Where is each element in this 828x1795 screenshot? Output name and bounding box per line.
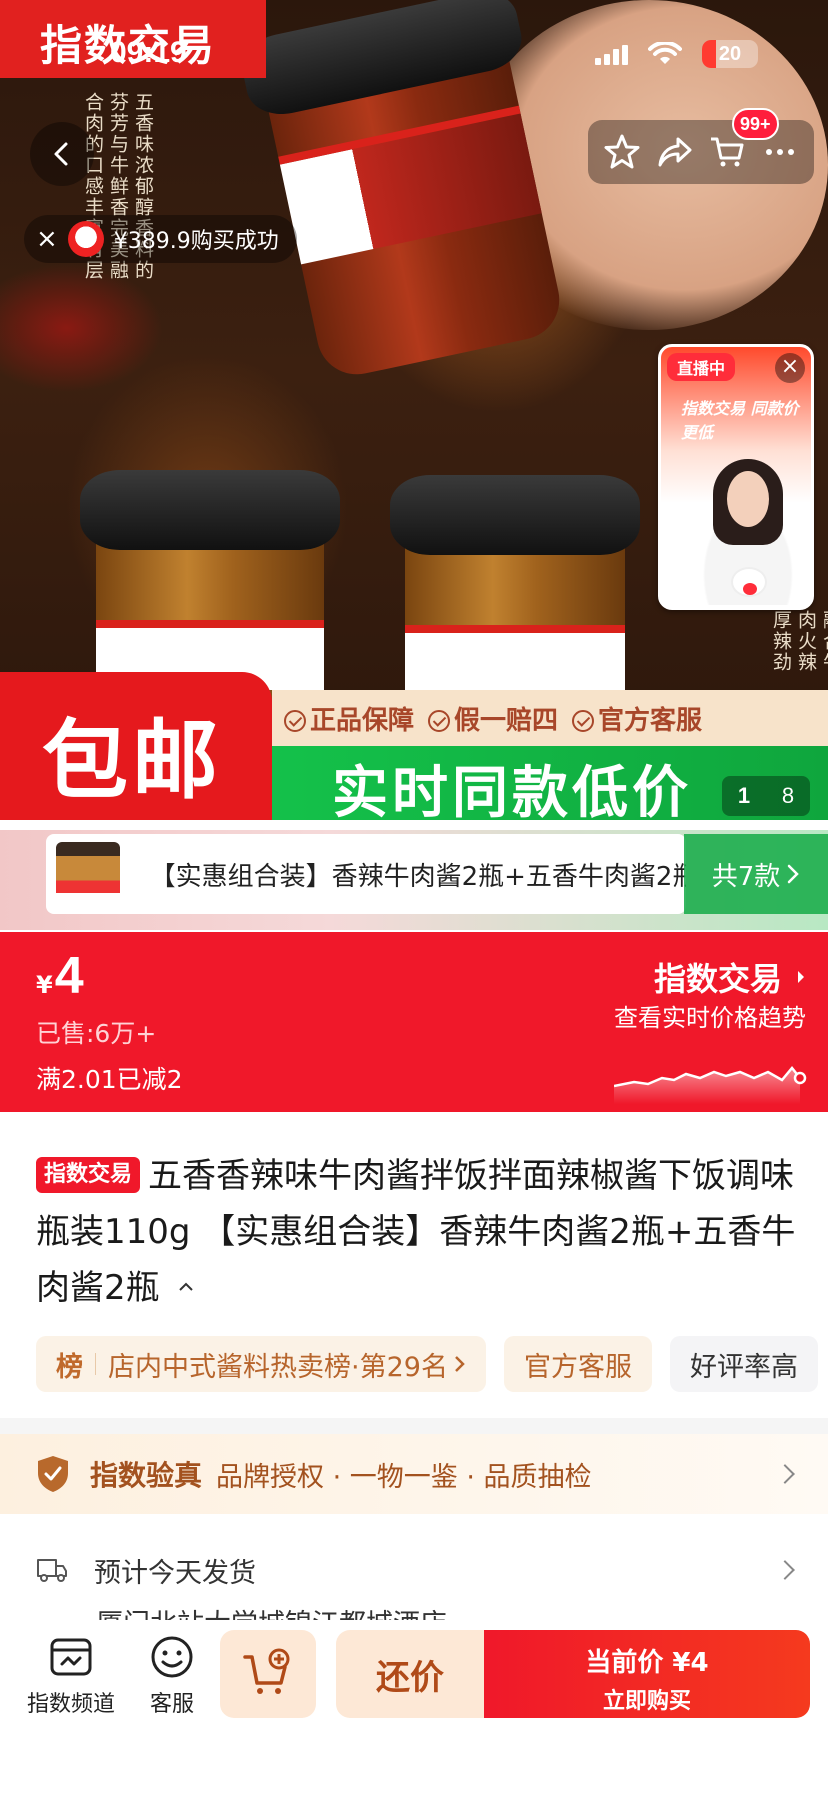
guarantee-item: 假一赔四	[428, 700, 558, 737]
price-trend-link[interactable]: 指数交易	[654, 954, 806, 1000]
bottom-action-bar: 指数频道 客服 还价 当前价 ¥4 立即购买	[0, 1620, 828, 1795]
price: ¥ 4	[36, 946, 84, 1006]
price-trend-sparkline	[614, 1066, 807, 1104]
price-value: 4	[54, 947, 84, 1005]
sku-thumbnail	[56, 842, 120, 906]
rating-chip[interactable]: 好评率高	[669, 1336, 818, 1392]
promo-text: 满2.01已减2	[36, 1065, 183, 1094]
guarantee-strip: 正品保障 假一赔四 官方客服	[272, 690, 828, 746]
chevron-right-icon	[775, 1560, 795, 1580]
live-tag: 直播中	[667, 353, 736, 381]
price-trend-title: 指数交易	[653, 960, 782, 998]
buy-now-label: 立即购买	[602, 1689, 691, 1714]
battery-icon: 20	[702, 40, 758, 68]
product-title: 指数交易 五香香辣味牛肉酱拌饭拌面辣椒酱下饭调味瓶装110g 【实惠组合装】香辣牛…	[36, 1148, 816, 1316]
live-slogan: 指数交易 同款价更低	[681, 399, 799, 442]
check-circle-icon	[284, 709, 306, 732]
authenticity-desc: 品牌授权 · 一物一鉴 · 品质抽检	[216, 1461, 592, 1493]
authenticity-row[interactable]: 指数验真 品牌授权 · 一物一鉴 · 品质抽检	[0, 1434, 828, 1514]
close-icon[interactable]: ×	[36, 224, 58, 254]
slide-current: 1	[737, 783, 751, 808]
shield-check-icon	[38, 1456, 68, 1492]
share-button[interactable]	[653, 130, 697, 174]
tag-chips: 榜 店内中式酱料热卖榜·第29名 官方客服 好评率高	[36, 1336, 828, 1392]
product-title-text: 五香香辣味牛肉酱拌饭拌面辣椒酱下饭调味瓶装110g 【实惠组合装】香辣牛肉酱2瓶…	[36, 1156, 796, 1308]
shipping-text: 预计今天发货	[94, 1557, 256, 1589]
rank-text: 店内中式酱料热卖榜·第29名	[108, 1351, 448, 1383]
guarantee-item: 官方客服	[572, 700, 702, 737]
title-badge: 指数交易	[36, 1157, 141, 1193]
price-trend-subtitle[interactable]: 查看实时价格趋势	[614, 998, 806, 1033]
close-icon[interactable]: ×	[775, 353, 805, 383]
sku-label: 【实惠组合装】香辣牛肉酱2瓶+五香牛肉酱2瓶	[149, 861, 686, 892]
battery-level: 20	[718, 43, 742, 65]
customer-service-label: 客服	[149, 1692, 194, 1717]
add-cart-icon	[243, 1648, 290, 1694]
back-button[interactable]	[30, 122, 94, 186]
wifi-icon	[648, 42, 682, 64]
product-slogan-text: 融合牛肉火辣厚辣劲	[770, 610, 828, 673]
sku-count-button[interactable]: 共7款	[684, 834, 828, 914]
signal-icon	[595, 43, 628, 65]
cart-icon	[711, 137, 744, 167]
status-time: 09:19	[110, 36, 187, 69]
slide-total: 8	[781, 783, 795, 808]
add-to-cart-button[interactable]	[220, 1630, 316, 1718]
store-icon	[50, 1638, 92, 1676]
avatar	[67, 221, 104, 257]
share-icon	[658, 137, 692, 167]
mascot-icon	[731, 567, 767, 597]
price-banner: ¥ 4 已售:6万+ 满2.01已减2 指数交易 查看实时价格趋势	[0, 932, 828, 1112]
smiley-icon	[151, 1636, 193, 1678]
channel-label: 指数频道	[26, 1692, 115, 1717]
authenticity-title: 指数验真	[90, 1459, 203, 1492]
sku-count-label: 共7款	[711, 861, 781, 892]
favorite-button[interactable]	[600, 130, 644, 174]
rank-label: 榜	[56, 1351, 83, 1383]
purchase-toast-text: ¥389.9购买成功	[113, 229, 279, 254]
shipping-row[interactable]: 预计今天发货	[0, 1530, 828, 1610]
bargain-button[interactable]: 还价	[336, 1630, 484, 1718]
chevron-up-icon[interactable]	[178, 1279, 194, 1295]
check-circle-icon	[572, 709, 595, 732]
check-circle-icon	[428, 709, 451, 732]
product-image-carousel[interactable]: 五香味浓郁醇香料的芬芳与牛鲜香完美融合肉的口感丰富有层 融合牛肉火辣厚辣劲 指数…	[0, 0, 828, 820]
chevron-right-icon	[788, 864, 800, 884]
sold-count: 已售:6万+	[36, 1019, 157, 1048]
live-stream-window[interactable]: 直播中 × 指数交易 同款价更低	[658, 344, 814, 610]
star-icon	[604, 134, 640, 169]
cart-count-badge: 99+	[732, 108, 779, 140]
currency-symbol: ¥	[36, 971, 53, 999]
free-shipping-banner: 包邮	[0, 672, 272, 820]
customer-service-button[interactable]: 客服	[140, 1634, 204, 1718]
chevron-right-icon	[455, 1356, 465, 1372]
truck-icon	[37, 1559, 67, 1582]
guarantee-item: 正品保障	[284, 700, 414, 737]
slide-counter: 1 8	[722, 776, 810, 816]
status-icons: 20	[595, 40, 758, 68]
channel-button[interactable]: 指数频道	[26, 1634, 116, 1718]
purchase-toast: × ¥389.9购买成功	[24, 215, 297, 263]
rank-chip[interactable]: 榜 店内中式酱料热卖榜·第29名	[36, 1336, 486, 1392]
buy-price-label: 当前价 ¥4	[585, 1648, 709, 1678]
divider	[0, 1418, 828, 1434]
chevron-left-icon	[54, 142, 68, 166]
buy-now-button[interactable]: 当前价 ¥4 立即购买	[484, 1630, 810, 1718]
sku-option[interactable]: 【实惠组合装】香辣牛肉酱2瓶+五香牛肉酱2瓶	[46, 834, 686, 914]
top-actions	[588, 120, 814, 184]
service-chip[interactable]: 官方客服	[503, 1336, 652, 1392]
caret-right-icon	[798, 971, 804, 983]
chevron-right-icon	[775, 1464, 795, 1484]
sku-selector: 【实惠组合装】香辣牛肉酱2瓶+五香牛肉酱2瓶 共7款	[0, 830, 828, 930]
